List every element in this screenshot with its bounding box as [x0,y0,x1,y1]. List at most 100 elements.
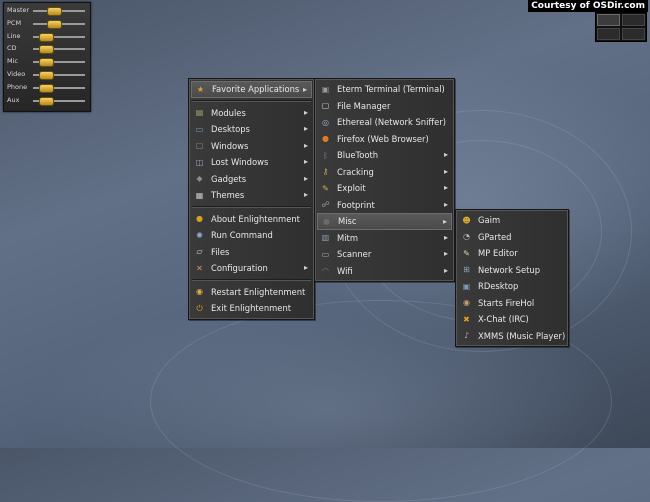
menu-item-label: Modules [211,107,246,118]
submenu-arrow-icon: ▸ [443,249,448,258]
submenu-arrow-icon: ▸ [303,263,308,272]
mixer-slider-track[interactable] [33,45,85,55]
mixer-slider-knob[interactable] [38,96,54,106]
mixer-channel-label: Video [7,70,26,78]
menu-item-label: XMMS (Music Player) [478,330,566,341]
menu-item-label: Eterm Terminal (Terminal) [337,84,445,95]
mixer-slider-track[interactable] [33,83,85,93]
favorites-menu-item-firefox-web-browser[interactable]: ● Firefox (Web Browser) [317,131,452,148]
mixer-slider-knob[interactable] [38,83,54,93]
main-menu-item-lost-windows[interactable]: ◫ Lost Windows ▸ [191,154,312,171]
pager-desktop-4[interactable] [622,28,645,40]
misc-menu-item-x-chat-irc[interactable]: ✖ X-Chat (IRC) [458,311,566,328]
main-menu-item-windows[interactable]: ▢ Windows ▸ [191,138,312,155]
favorites-menu-item-mitm[interactable]: ▥ Mitm ▸ [317,230,452,247]
favorites-menu-item-scanner[interactable]: ▭ Scanner ▸ [317,246,452,263]
misc-menu-item-rdesktop[interactable]: ▣ RDesktop [458,278,566,295]
mixer-slider-knob[interactable] [38,71,54,80]
pager-desktop-1[interactable] [597,14,620,26]
main-menu-item-gadgets[interactable]: ◆ Gadgets ▸ [191,171,312,188]
menu-separator [192,278,311,281]
submenu-arrow-icon: ▸ [303,107,308,117]
main-menu-item-favorite-applications[interactable]: ★ Favorite Applications ▸ [191,81,312,98]
submenu-arrow-icon: ▸ [303,190,308,199]
mixer-channel-label: CD [7,44,17,53]
submenu-arrow-icon: ▸ [443,150,448,159]
menu-item-label: Firefox (Web Browser) [337,133,429,144]
main-menu-item-themes[interactable]: ▦ Themes ▸ [191,187,312,204]
lost-windows-icon: ◫ [195,157,204,167]
mixer-slider-track[interactable] [33,96,85,106]
mixer-slider-track[interactable] [33,32,85,42]
favorites-menu-item-wifi[interactable]: ◠ Wifi ▸ [317,263,452,280]
favorites-menu-item-eterm-terminal-terminal[interactable]: ▣ Eterm Terminal (Terminal) [317,81,452,98]
main-menu-item-configuration[interactable]: ✕ Configuration ▸ [191,260,312,277]
menu-item-label: Misc [338,216,357,227]
menu-item-label: GParted [478,231,512,242]
menu-separator [192,205,311,208]
main-menu-item-exit-enlightenment[interactable]: ⏻ Exit Enlightenment [191,300,312,317]
run-command-icon: ✺ [196,230,203,240]
mitm-icon: ▥ [321,233,330,243]
mixer-slider-knob[interactable] [46,7,62,16]
misc-menu-item-starts-firehol[interactable]: ◉ Starts FireHol [458,295,566,312]
misc-menu-item-gparted[interactable]: ◔ GParted [458,229,566,246]
menu-item-label: File Manager [337,100,391,111]
favorites-menu-item-ethereal-network-sniffer[interactable]: ◎ Ethereal (Network Sniffer) [317,114,452,131]
menu-item-label: Desktops [211,124,250,135]
menu-separator [192,99,311,102]
mixer-slider-track[interactable] [33,71,85,80]
menu-item-label: Exploit [337,183,366,194]
restart-icon: ◉ [196,287,203,297]
menu-item-label: Gadgets [211,173,247,184]
mixer-channel-aux: Aux [7,96,87,108]
misc-menu-item-gaim[interactable]: ☻ Gaim [458,212,566,229]
main-menu-item-restart-enlightenment[interactable]: ◉ Restart Enlightenment [191,284,312,301]
main-menu-item-modules[interactable]: ▤ Modules ▸ [191,105,312,122]
mixer-channel-pcm: PCM [7,19,87,31]
submenu-arrow-icon: ▸ [302,85,307,94]
themes-icon: ▦ [195,190,204,200]
mixer-channel-cd: CD [7,44,87,56]
windows-icon: ▢ [195,141,204,151]
mixer-slider-knob[interactable] [38,45,54,55]
pager-desktop-2[interactable] [622,14,645,26]
main-menu-item-about-enlightenment[interactable]: ● About Enlightenment [191,211,312,228]
mixer-channel-mic: Mic [7,57,87,69]
mixer-slider-knob[interactable] [38,58,54,68]
mixer-slider-track[interactable] [33,19,85,29]
main-menu-item-desktops[interactable]: ▭ Desktops ▸ [191,121,312,138]
misc-menu-item-network-setup[interactable]: ⊞ Network Setup [458,262,566,279]
mixer-channel-master: Master [7,6,87,18]
misc-menu-item-xmms-music-player[interactable]: ♪ XMMS (Music Player) [458,328,566,345]
menu-item-label: Cracking [337,166,374,177]
mixer-slider-knob[interactable] [46,19,62,29]
menu-item-label: MP Editor [478,248,518,259]
menu-item-label: Run Command [211,230,273,241]
misc-icon: ● [323,216,330,226]
main-menu-item-files[interactable]: ▱ Files [191,244,312,261]
favorites-menu-item-cracking[interactable]: ⚷ Cracking ▸ [317,164,452,181]
submenu-arrow-icon: ▸ [303,173,308,183]
mixer-slider-track[interactable] [33,7,85,16]
bluetooth-icon: ᛒ [323,150,328,160]
main-menu-item-run-command[interactable]: ✺ Run Command [191,227,312,244]
desktop-pager[interactable] [595,12,647,42]
scanner-icon: ▭ [321,249,330,259]
gaim-icon: ☻ [462,215,471,225]
favorites-menu-item-misc[interactable]: ● Misc ▸ [317,213,452,230]
submenu-arrow-icon: ▸ [303,124,308,133]
firefox-icon: ● [322,134,329,144]
favorites-menu-item-footprint[interactable]: ☍ Footprint ▸ [317,197,452,214]
menu-item-label: X-Chat (IRC) [478,314,529,325]
menu-item-label: Network Setup [478,264,541,275]
pager-desktop-3[interactable] [597,28,620,40]
misc-menu-item-mp-editor[interactable]: ✎ MP Editor [458,245,566,262]
mixer-slider-knob[interactable] [38,32,54,42]
favorites-menu-item-bluetooth[interactable]: ᛒ BlueTooth ▸ [317,147,452,164]
favorites-menu-item-exploit[interactable]: ✎ Exploit ▸ [317,180,452,197]
mixer-slider-track[interactable] [33,58,85,68]
favorites-menu-item-file-manager[interactable]: ▢ File Manager [317,98,452,115]
modules-icon: ▤ [195,108,204,118]
mixer-channel-phone: Phone [7,83,87,95]
